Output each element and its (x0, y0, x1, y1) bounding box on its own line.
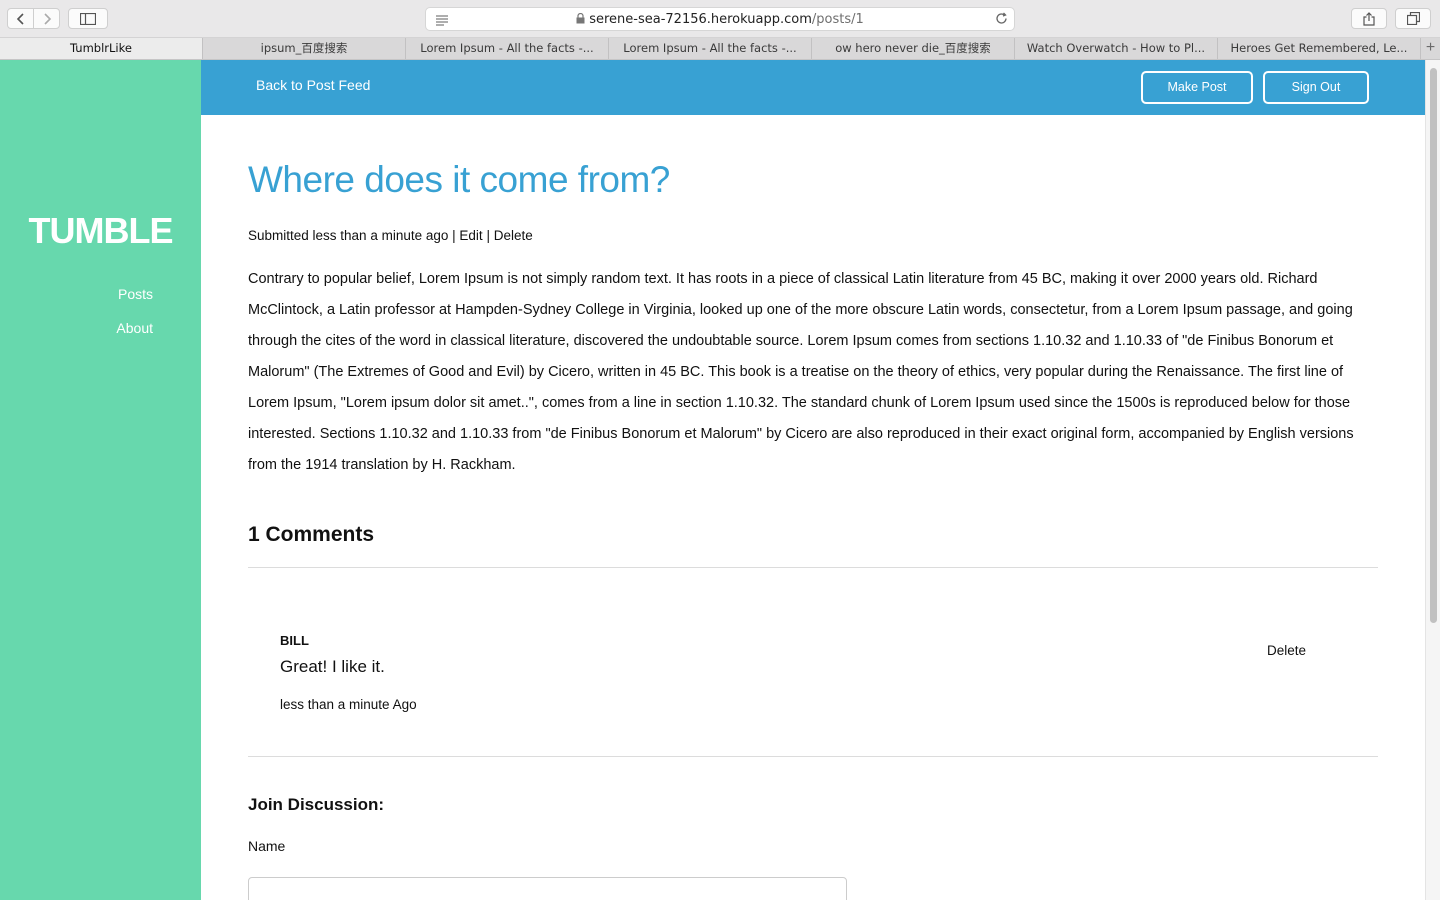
url-path: /posts/1 (811, 12, 864, 27)
divider (248, 756, 1378, 757)
sidebar: TUMBLE Posts About (0, 60, 201, 900)
sidebar-item-about[interactable]: About (116, 320, 153, 336)
name-input[interactable] (248, 877, 847, 900)
tabs-icon (1406, 12, 1420, 25)
comments-heading: 1 Comments (248, 523, 375, 546)
address-bar[interactable]: serene-sea-72156.herokuapp.com/posts/1 (425, 7, 1015, 31)
meta-separator: | (452, 228, 456, 243)
tab-ipsum-search[interactable]: ipsum_百度搜索 (203, 38, 406, 59)
comment-time: less than a minute Ago (280, 697, 417, 712)
brand-logo[interactable]: TUMBLE (0, 210, 201, 252)
chevron-right-icon (43, 12, 51, 25)
reload-icon[interactable] (995, 12, 1008, 30)
browser-toolbar: serene-sea-72156.herokuapp.com/posts/1 (0, 0, 1440, 38)
submitted-time: Submitted less than a minute ago (248, 228, 449, 243)
make-post-button[interactable]: Make Post (1141, 71, 1253, 104)
lock-icon (576, 12, 585, 28)
tab-lorem-facts-1[interactable]: Lorem Ipsum - All the facts -... (406, 38, 609, 59)
tab-lorem-facts-2[interactable]: Lorem Ipsum - All the facts -... (609, 38, 812, 59)
url-domain: serene-sea-72156.herokuapp.com (589, 12, 812, 27)
sidebar-toggle-button[interactable] (68, 8, 108, 29)
forward-button[interactable] (33, 8, 60, 29)
tab-watch-overwatch[interactable]: Watch Overwatch - How to Pl... (1015, 38, 1218, 59)
sign-out-button[interactable]: Sign Out (1263, 71, 1369, 104)
tab-heroes-remembered[interactable]: Heroes Get Remembered, Le... (1218, 38, 1421, 59)
scrollbar-thumb[interactable] (1430, 68, 1437, 623)
back-button[interactable] (7, 8, 34, 29)
new-tab-button[interactable]: + (1421, 38, 1440, 59)
back-to-feed-link[interactable]: Back to Post Feed (256, 77, 370, 93)
url-text: serene-sea-72156.herokuapp.com/posts/1 (426, 12, 1014, 28)
post-title: Where does it come from? (248, 159, 670, 200)
share-icon (1363, 11, 1375, 26)
post-meta: Submitted less than a minute ago | Edit … (248, 228, 533, 243)
post-body: Contrary to popular belief, Lorem Ipsum … (248, 271, 1354, 473)
divider (248, 567, 1378, 568)
tab-tumblrlike[interactable]: TumblrLike (0, 38, 203, 59)
chevron-left-icon (16, 12, 24, 25)
delete-comment-link[interactable]: Delete (1267, 643, 1306, 658)
top-bar: Back to Post Feed Make Post Sign Out (201, 60, 1425, 115)
name-label: Name (248, 838, 286, 854)
comment-text: Great! I like it. (280, 657, 385, 676)
join-discussion-heading: Join Discussion: (248, 795, 385, 814)
show-tabs-button[interactable] (1395, 8, 1431, 29)
page-scrollbar[interactable] (1425, 60, 1440, 900)
comment-author: BILL (280, 633, 309, 648)
delete-post-link[interactable]: Delete (494, 228, 533, 243)
sidebar-icon (80, 12, 96, 25)
sidebar-item-posts[interactable]: Posts (118, 286, 153, 302)
tab-bar: TumblrLike ipsum_百度搜索 Lorem Ipsum - All … (0, 38, 1440, 60)
share-button[interactable] (1351, 8, 1387, 29)
edit-post-link[interactable]: Edit (459, 228, 482, 243)
tab-ow-hero-search[interactable]: ow hero never die_百度搜索 (812, 38, 1015, 59)
meta-separator: | (486, 228, 490, 243)
